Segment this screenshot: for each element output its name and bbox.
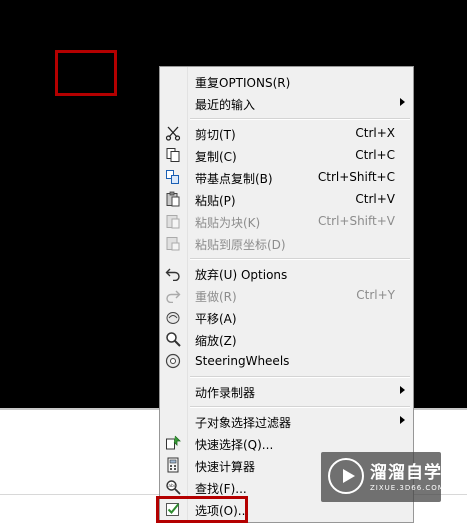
submenu-arrow-icon — [400, 98, 405, 106]
menu-item-paste-as-block[interactable]: 粘贴为块(K) Ctrl+Shift+V — [160, 210, 413, 232]
find-text-icon: abc — [166, 480, 181, 495]
menu-item-shortcut: Ctrl+Y — [356, 288, 395, 302]
watermark-play-logo-icon — [328, 458, 364, 494]
menu-item-label: 粘贴(P) — [195, 194, 236, 208]
menu-item-shortcut: Ctrl+C — [355, 148, 395, 162]
menu-separator — [190, 118, 410, 120]
menu-item-zoom[interactable]: 缩放(Z) — [160, 328, 413, 350]
menu-item-steering-wheels[interactable]: SteeringWheels — [160, 350, 413, 372]
steering-wheel-icon — [165, 353, 181, 369]
menu-item-redo[interactable]: 重做(R) Ctrl+Y — [160, 284, 413, 306]
watermark: 溜溜自学 ZIXUE.3D66.COM — [321, 452, 444, 502]
clipboard-icon — [166, 191, 180, 207]
menu-item-copy[interactable]: 复制(C) Ctrl+C — [160, 144, 413, 166]
menu-item-quick-select[interactable]: 快速选择(Q)... — [160, 432, 413, 454]
magnifier-icon — [166, 332, 181, 347]
menu-item-label: 重做(R) — [195, 290, 237, 304]
menu-item-label: 带基点复制(B) — [195, 172, 273, 186]
quick-select-icon — [166, 435, 181, 450]
paste-original-icon — [166, 237, 180, 251]
menu-item-label: SteeringWheels — [195, 354, 290, 368]
menu-item-label: 粘贴为块(K) — [195, 216, 261, 230]
menu-item-label: 动作录制器 — [195, 386, 256, 400]
submenu-arrow-icon — [400, 386, 405, 394]
menu-item-label: 快速计算器 — [195, 460, 256, 474]
menu-item-shortcut: Ctrl+X — [355, 126, 395, 140]
watermark-subtitle: ZIXUE.3D66.COM — [370, 484, 445, 492]
menu-item-undo[interactable]: 放弃(U) Options — [160, 262, 413, 284]
menu-item-copy-with-base-point[interactable]: 带基点复制(B) Ctrl+Shift+C — [160, 166, 413, 188]
menu-item-shortcut: Ctrl+Shift+V — [318, 214, 395, 228]
menu-item-label: 复制(C) — [195, 150, 237, 164]
menu-item-label: 粘贴到原坐标(D) — [195, 238, 286, 252]
menu-item-label: 快速选择(Q)... — [195, 438, 274, 452]
menu-separator — [190, 406, 410, 408]
menu-item-recent-input[interactable]: 最近的输入 — [160, 92, 413, 114]
menu-item-label: 放弃(U) Options — [195, 268, 288, 282]
watermark-title: 溜溜自学 — [370, 463, 442, 483]
menu-item-label: 重复OPTIONS(R) — [195, 76, 291, 90]
menu-item-repeat-options[interactable]: 重复OPTIONS(R) — [160, 70, 413, 92]
svg-text:abc: abc — [168, 483, 177, 489]
menu-separator — [190, 258, 410, 260]
menu-item-label: 平移(A) — [195, 312, 237, 326]
menu-item-label: 剪切(T) — [195, 128, 236, 142]
undo-icon — [165, 268, 180, 281]
pan-hand-icon — [166, 312, 180, 324]
menu-item-paste[interactable]: 粘贴(P) Ctrl+V — [160, 188, 413, 210]
menu-item-cut[interactable]: 剪切(T) Ctrl+X — [160, 122, 413, 144]
annotation-box-options — [156, 496, 248, 523]
annotation-box-canvas — [55, 50, 117, 96]
paste-block-icon — [166, 215, 180, 229]
menu-item-label: 查找(F)... — [195, 482, 247, 496]
copy-base-point-icon — [166, 170, 179, 184]
menu-item-label: 最近的输入 — [195, 98, 256, 112]
menu-item-subobject-filter[interactable]: 子对象选择过滤器 — [160, 410, 413, 432]
scissors-icon — [165, 126, 181, 141]
menu-item-label: 子对象选择过滤器 — [195, 416, 292, 430]
calculator-icon — [167, 457, 179, 473]
submenu-arrow-icon — [400, 416, 405, 424]
menu-item-shortcut: Ctrl+V — [355, 192, 395, 206]
menu-item-shortcut: Ctrl+Shift+C — [317, 170, 395, 184]
copy-icon — [166, 148, 180, 162]
menu-separator — [190, 376, 410, 378]
redo-icon — [166, 290, 181, 303]
menu-item-paste-to-original-coords[interactable]: 粘贴到原坐标(D) — [160, 232, 413, 254]
menu-item-label: 缩放(Z) — [195, 334, 237, 348]
menu-item-action-recorder[interactable]: 动作录制器 — [160, 380, 413, 402]
menu-item-pan[interactable]: 平移(A) — [160, 306, 413, 328]
